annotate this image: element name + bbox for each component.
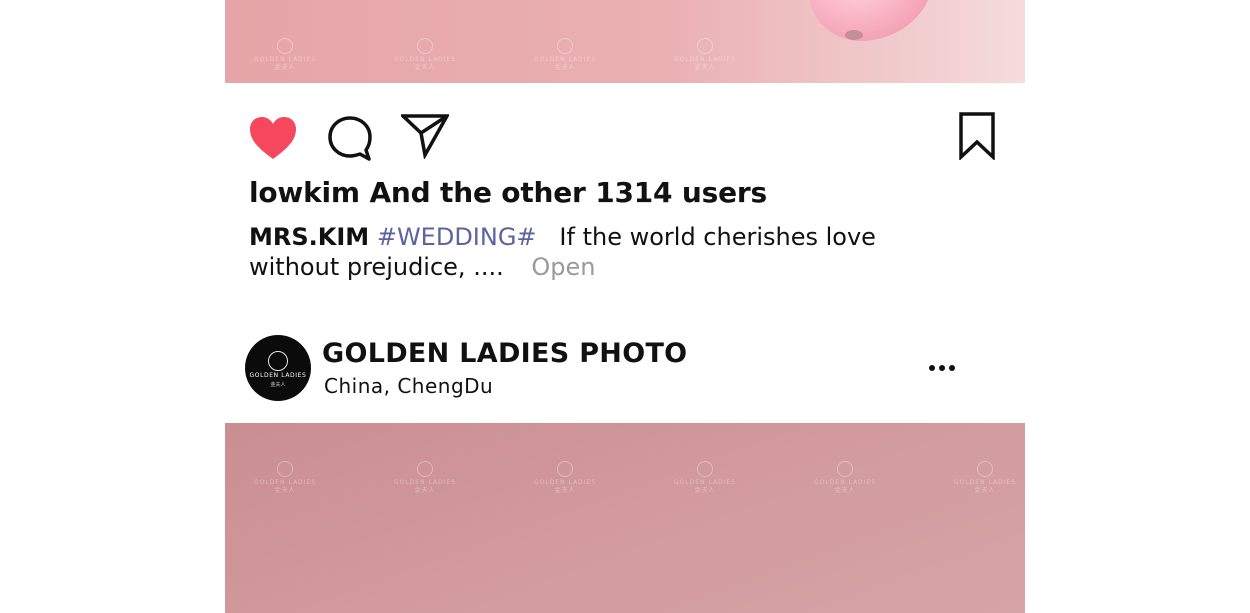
comment-icon[interactable] [327, 115, 373, 161]
logo-icon [268, 351, 288, 371]
watermark: GOLDEN LADIES 金夫人 [665, 38, 745, 72]
likes-count[interactable]: lowkim And the other 1314 users [249, 176, 767, 209]
account-name[interactable]: GOLDEN LADIES PHOTO [322, 338, 687, 369]
more-options-icon[interactable] [927, 364, 959, 374]
caption-hashtag[interactable]: #WEDDING# [377, 223, 537, 251]
watermark: GOLDEN LADIES 金夫人 [945, 461, 1025, 495]
watermark: GOLDEN LADIES 金夫人 [245, 461, 325, 495]
watermark: GOLDEN LADIES 金夫人 [525, 461, 605, 495]
watermark: GOLDEN LADIES 金夫人 [385, 461, 465, 495]
post-image-top[interactable]: GOLDEN LADIES 金夫人 GOLDEN LADIES 金夫人 GOLDEN… [225, 0, 1025, 83]
send-icon[interactable] [401, 113, 449, 159]
rose-petal [806, 0, 939, 47]
watermark: GOLDEN LADIES 金夫人 [525, 38, 605, 72]
watermark-layer: GOLDEN LADIES 金夫人 GOLDEN LADIES 金夫人 GOLDEN… [225, 423, 1025, 613]
avatar-brand-sub: 金夫人 [270, 382, 286, 388]
post-image-bottom[interactable]: GOLDEN LADIES 金夫人 GOLDEN LADIES 金夫人 GOLDEN… [225, 423, 1025, 613]
post-caption: MRS.KIM #WEDDING# If the world cherishes… [249, 222, 949, 282]
account-location[interactable]: China, ChengDu [324, 374, 493, 398]
caption-username[interactable]: MRS.KIM [249, 223, 369, 251]
caption-open-link[interactable]: Open [531, 253, 595, 281]
watermark: GOLDEN LADIES 金夫人 [245, 38, 325, 72]
watermark: GOLDEN LADIES 金夫人 [665, 461, 745, 495]
post-actions-bar [225, 83, 1025, 173]
watermark: GOLDEN LADIES 金夫人 [805, 461, 885, 495]
petal-shadow [845, 30, 863, 40]
watermark: GOLDEN LADIES 金夫人 [385, 38, 465, 72]
avatar[interactable]: GOLDEN LADIES 金夫人 [245, 335, 311, 401]
bookmark-icon[interactable] [958, 112, 996, 160]
heart-icon[interactable] [248, 115, 298, 161]
avatar-brand: GOLDEN LADIES [249, 372, 307, 379]
post-header: GOLDEN LADIES 金夫人 GOLDEN LADIES PHOTO Ch… [225, 330, 1025, 410]
